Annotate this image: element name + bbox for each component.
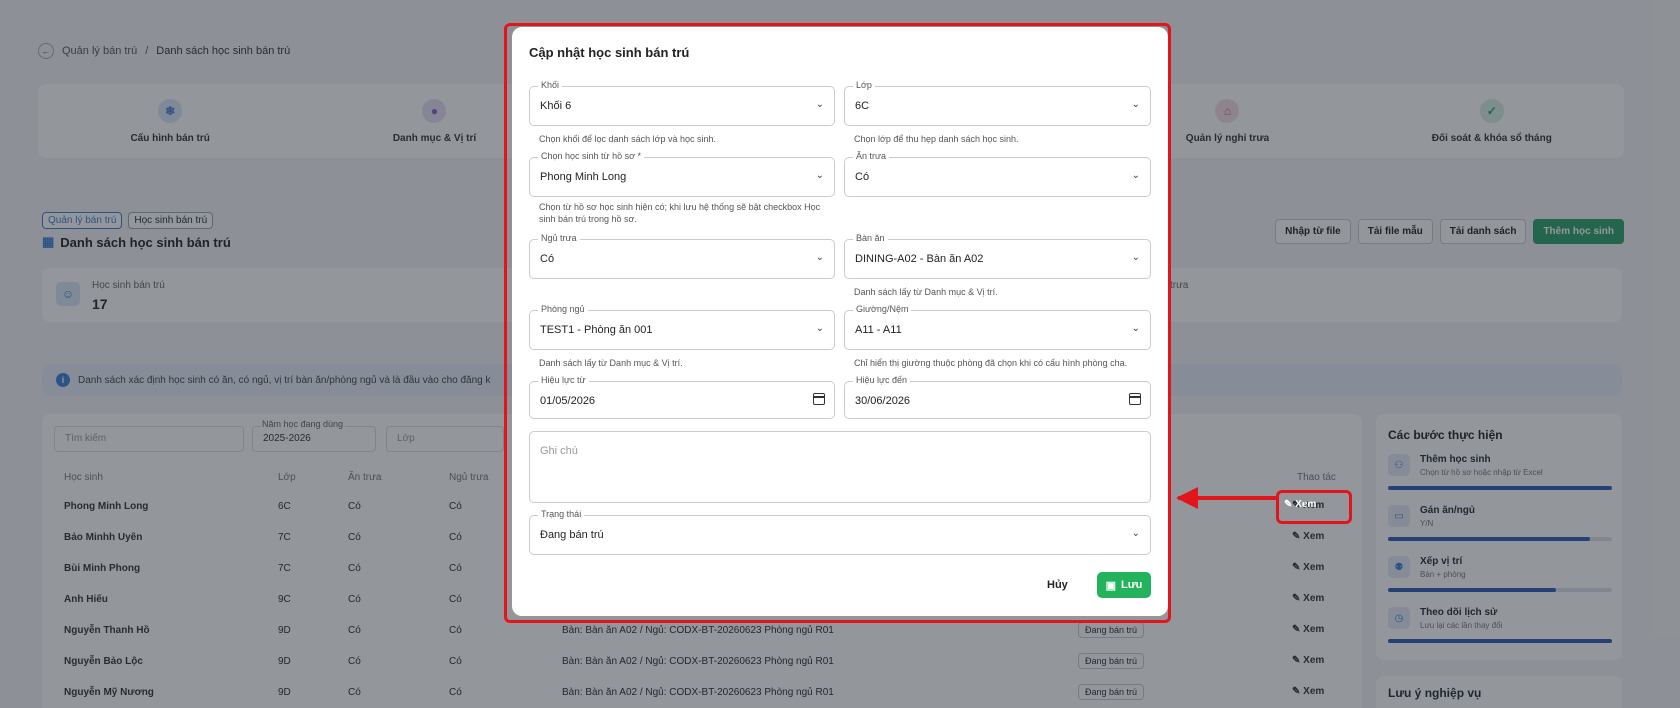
valid-to-date[interactable]: Hiệu lực đến 30/06/2026: [844, 375, 1151, 419]
bedroom-help: Danh sách lấy từ Danh mục & Vị trí.: [539, 358, 683, 368]
field-label: Bàn ăn: [853, 233, 888, 243]
modal-title: Cập nhật học sinh bán trú: [529, 45, 690, 60]
field-value: Đang bán trú: [540, 529, 604, 541]
valid-from-date[interactable]: Hiệu lực từ 01/05/2026: [529, 375, 835, 419]
floppy-icon: ▣: [1105, 579, 1116, 592]
calendar-icon[interactable]: [1129, 393, 1141, 405]
field-label: Khối: [538, 80, 563, 90]
field-value: DINING-A02 - Bàn ăn A02: [855, 253, 984, 265]
field-label: Lớp: [853, 80, 875, 90]
chevron-down-icon: ⌄: [1131, 170, 1140, 181]
field-value: A11 - A11: [855, 324, 902, 336]
field-label: Chọn học sinh từ hồ sơ *: [538, 151, 644, 161]
bed-select[interactable]: Giường/Nệm A11 - A11 ⌄: [844, 304, 1151, 350]
status-select[interactable]: Trạng thái Đang bán trú ⌄: [529, 509, 1151, 555]
field-value: Có: [540, 253, 555, 265]
field-label: Ngủ trưa: [538, 233, 580, 243]
nap-select[interactable]: Ngủ trưa Có ⌄: [529, 233, 835, 279]
field-value: TEST1 - Phòng ăn 001: [540, 324, 653, 336]
dining-table-help: Danh sách lấy từ Danh mục & Vị trí.: [854, 287, 998, 297]
view-button-highlighted[interactable]: ✎ Xem: [1284, 499, 1316, 510]
field-value: 01/05/2026: [540, 395, 596, 407]
view-button-label: Xem: [1295, 499, 1317, 510]
chevron-down-icon: ⌄: [815, 99, 824, 110]
cancel-button[interactable]: Hủy: [1047, 579, 1068, 591]
chevron-down-icon: ⌄: [815, 170, 824, 181]
chevron-down-icon: ⌄: [1131, 323, 1140, 334]
field-label: Giường/Nệm: [853, 304, 912, 314]
chevron-down-icon: ⌄: [815, 252, 824, 263]
field-value: Có: [855, 171, 870, 183]
student-help: Chọn từ hồ sơ học sinh hiện có; khi lưu …: [539, 202, 821, 224]
field-label: Hiệu lực từ: [538, 375, 589, 385]
chevron-down-icon: ⌄: [1131, 252, 1140, 263]
chevron-down-icon: ⌄: [1131, 528, 1140, 539]
lunch-select[interactable]: Ăn trưa Có ⌄: [844, 151, 1151, 197]
save-label: Lưu: [1121, 579, 1143, 591]
field-value: Phong Minh Long: [540, 171, 627, 183]
update-student-modal: Cập nhật học sinh bán trú Khối Khối 6 ⌄ Ch…: [512, 27, 1168, 616]
annotation-arrowhead: [1176, 487, 1198, 509]
class-select[interactable]: Lớp 6C ⌄: [844, 80, 1151, 126]
bed-help: Chỉ hiển thị giường thuộc phòng đã chọn …: [854, 358, 1128, 368]
note-textarea[interactable]: Ghi chú: [529, 431, 1151, 503]
field-label: Trạng thái: [538, 509, 585, 519]
save-button[interactable]: ▣ Lưu: [1097, 572, 1151, 598]
field-label: Ăn trưa: [853, 151, 890, 161]
chevron-down-icon: ⌄: [815, 323, 824, 334]
field-value: 6C: [855, 100, 870, 112]
student-select[interactable]: Chọn học sinh từ hồ sơ * Phong Minh Long ⌄: [529, 151, 835, 197]
field-value: Khối 6: [540, 100, 572, 112]
calendar-icon[interactable]: [813, 393, 825, 405]
bedroom-select[interactable]: Phòng ngủ TEST1 - Phòng ăn 001 ⌄: [529, 304, 835, 350]
grade-help: Chọn khối để lọc danh sách lớp và học si…: [539, 134, 717, 144]
dining-table-select[interactable]: Bàn ăn DINING-A02 - Bàn ăn A02 ⌄: [844, 233, 1151, 279]
chevron-down-icon: ⌄: [1131, 99, 1140, 110]
field-value: 30/06/2026: [855, 395, 911, 407]
grade-select[interactable]: Khối Khối 6 ⌄: [529, 80, 835, 126]
field-label: Phòng ngủ: [538, 304, 588, 314]
field-label: Hiệu lực đến: [853, 375, 911, 385]
class-help: Chọn lớp để thu hẹp danh sách học sinh.: [854, 134, 1019, 144]
